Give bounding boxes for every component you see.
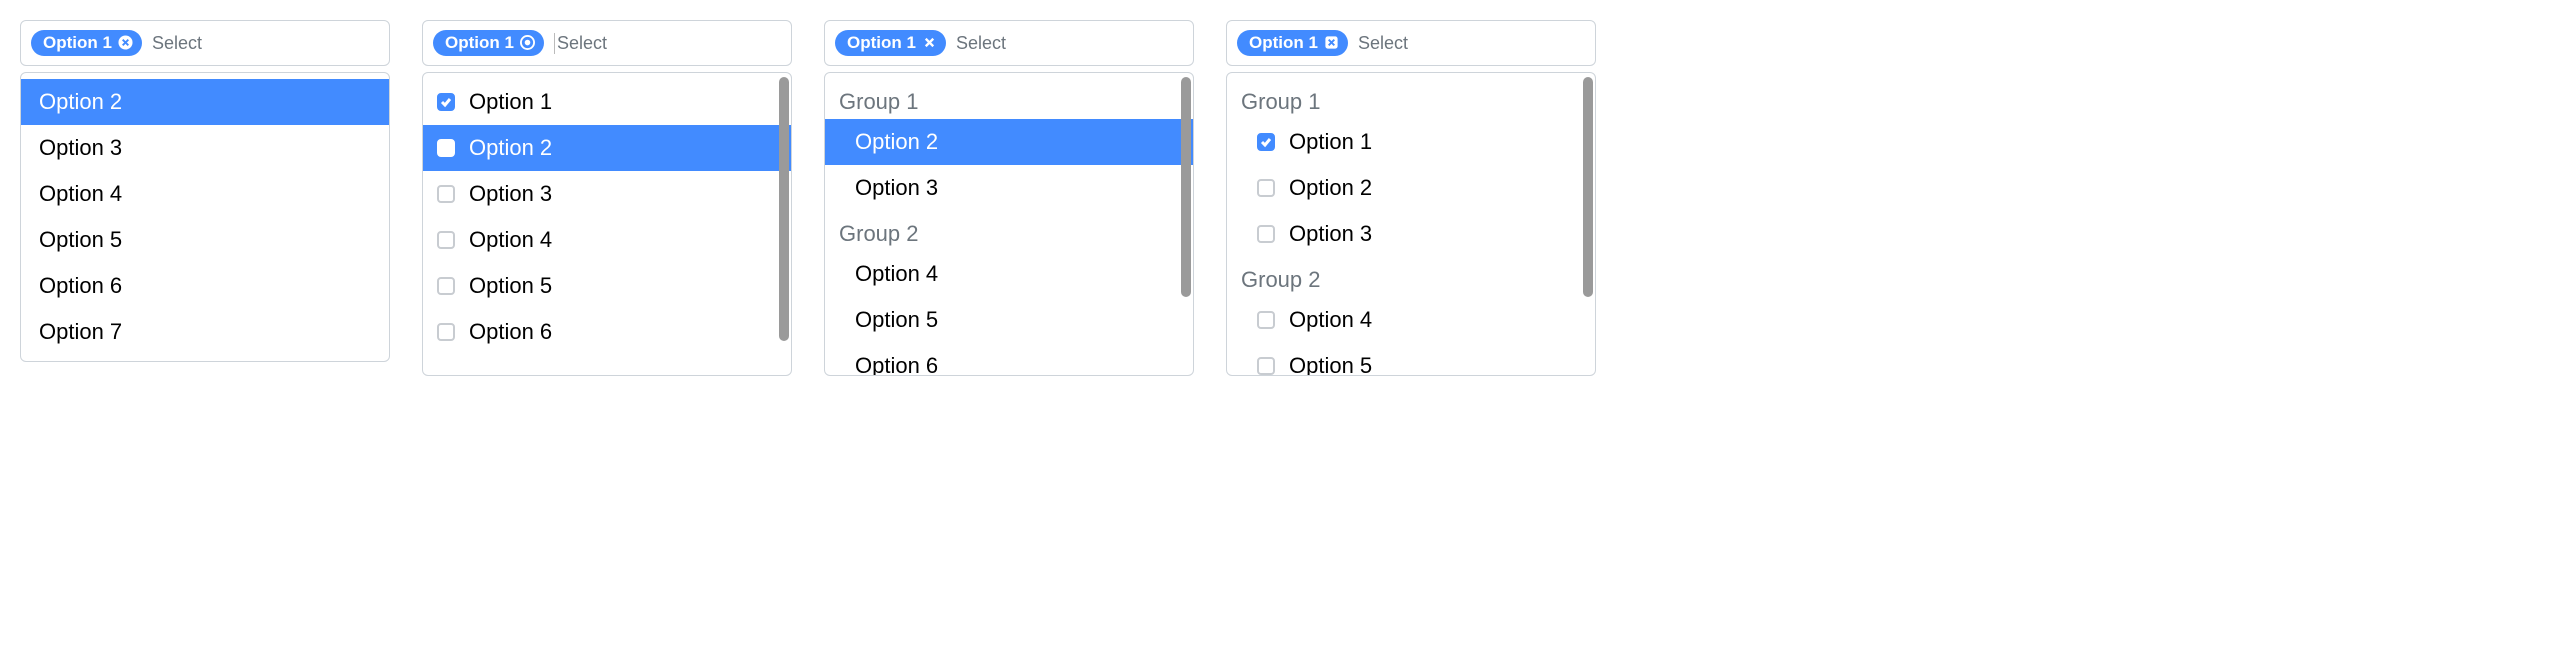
option[interactable]: Option 5 xyxy=(825,297,1193,343)
option[interactable]: Option 5 xyxy=(423,263,791,309)
dropdown-list: Group 1 Option 1 Option 2 Option 3 Group… xyxy=(1226,72,1596,376)
option-label: Option 4 xyxy=(855,261,938,287)
checkbox-icon xyxy=(1257,133,1275,151)
remove-chip-icon[interactable] xyxy=(118,35,134,51)
option-label: Option 5 xyxy=(469,273,552,299)
option-label: Option 1 xyxy=(1289,129,1372,155)
option-checked[interactable]: Option 1 xyxy=(1227,119,1595,165)
group-label: Group 1 xyxy=(825,79,1193,119)
checkbox-icon xyxy=(437,139,455,157)
option-label: Option 5 xyxy=(39,227,122,253)
checkbox-icon xyxy=(437,93,455,111)
option[interactable]: Option 6 xyxy=(21,263,389,309)
option-highlighted[interactable]: Option 2 xyxy=(21,79,389,125)
placeholder-text: Select xyxy=(554,33,607,54)
remove-chip-icon[interactable] xyxy=(922,35,938,51)
option-label: Option 1 xyxy=(469,89,552,115)
checkbox-icon xyxy=(1257,357,1275,375)
checkbox-icon xyxy=(437,185,455,203)
checkbox-icon xyxy=(437,231,455,249)
option-highlighted[interactable]: Option 2 xyxy=(825,119,1193,165)
selected-chip[interactable]: Option 1 xyxy=(835,30,946,56)
option-label: Option 3 xyxy=(1289,221,1372,247)
chip-label: Option 1 xyxy=(445,33,514,53)
dropdown-list: Group 1 Option 2 Option 3 Group 2 Option… xyxy=(824,72,1194,376)
option-label: Option 2 xyxy=(39,89,122,115)
group-label: Group 1 xyxy=(1227,79,1595,119)
checkbox-icon xyxy=(437,323,455,341)
option[interactable]: Option 3 xyxy=(825,165,1193,211)
scrollbar[interactable] xyxy=(1181,77,1191,297)
option[interactable]: Option 4 xyxy=(423,217,791,263)
option[interactable]: Option 3 xyxy=(423,171,791,217)
multiselect-widget: Option 1 Select Option 2 Option 3 Option… xyxy=(20,20,390,362)
option-label: Option 4 xyxy=(469,227,552,253)
chip-label: Option 1 xyxy=(43,33,112,53)
group-label: Group 2 xyxy=(1227,257,1595,297)
option[interactable]: Option 3 xyxy=(21,125,389,171)
option-label: Option 6 xyxy=(855,353,938,376)
option[interactable]: Option 2 xyxy=(1227,165,1595,211)
placeholder-text: Select xyxy=(1358,33,1408,54)
option-label: Option 4 xyxy=(1289,307,1372,333)
option[interactable]: Option 4 xyxy=(21,171,389,217)
option-label: Option 6 xyxy=(39,273,122,299)
option-label: Option 3 xyxy=(39,135,122,161)
placeholder-text: Select xyxy=(152,33,202,54)
placeholder-text: Select xyxy=(956,33,1006,54)
option[interactable]: Option 4 xyxy=(825,251,1193,297)
option[interactable]: Option 6 xyxy=(825,343,1193,376)
chip-label: Option 1 xyxy=(847,33,916,53)
option-label: Option 4 xyxy=(39,181,122,207)
option[interactable]: Option 5 xyxy=(21,217,389,263)
remove-chip-icon[interactable] xyxy=(1324,35,1340,51)
option-label: Option 5 xyxy=(855,307,938,333)
option-label: Option 3 xyxy=(469,181,552,207)
select-input[interactable]: Option 1 Select xyxy=(824,20,1194,66)
dropdown-list: Option 2 Option 3 Option 4 Option 5 Opti… xyxy=(20,72,390,362)
group-label: Group 2 xyxy=(825,211,1193,251)
dropdown-list: Option 1 Option 2 Option 3 Option 4 Opti… xyxy=(422,72,792,376)
option-label: Option 2 xyxy=(1289,175,1372,201)
multiselect-widget-grouped: Option 1 Select Group 1 Option 2 Option … xyxy=(824,20,1194,376)
checkbox-icon xyxy=(437,277,455,295)
option-label: Option 3 xyxy=(855,175,938,201)
option[interactable]: Option 6 xyxy=(423,309,791,355)
selected-chip[interactable]: Option 1 xyxy=(1237,30,1348,56)
selected-chip[interactable]: Option 1 xyxy=(31,30,142,56)
selected-chip[interactable]: Option 1 xyxy=(433,30,544,56)
checkbox-icon xyxy=(1257,179,1275,197)
multiselect-widget-grouped-checkbox: Option 1 Select Group 1 Option 1 Option … xyxy=(1226,20,1596,376)
scrollbar[interactable] xyxy=(1583,77,1593,297)
checkbox-icon xyxy=(1257,311,1275,329)
scrollbar[interactable] xyxy=(779,77,789,341)
option[interactable]: Option 5 xyxy=(1227,343,1595,376)
option-label: Option 2 xyxy=(469,135,552,161)
select-input[interactable]: Option 1 Select xyxy=(422,20,792,66)
option[interactable]: Option 4 xyxy=(1227,297,1595,343)
select-input[interactable]: Option 1 Select xyxy=(1226,20,1596,66)
option-highlighted[interactable]: Option 2 xyxy=(423,125,791,171)
multiselect-widget-checkbox: Option 1 Select Option 1 Option 2 Option… xyxy=(422,20,792,376)
option-checked[interactable]: Option 1 xyxy=(423,79,791,125)
remove-chip-icon[interactable] xyxy=(520,35,536,51)
option-label: Option 6 xyxy=(469,319,552,345)
option-label: Option 2 xyxy=(855,129,938,155)
option-label: Option 7 xyxy=(39,319,122,345)
option[interactable]: Option 7 xyxy=(21,309,389,355)
option-label: Option 5 xyxy=(1289,353,1372,376)
checkbox-icon xyxy=(1257,225,1275,243)
chip-label: Option 1 xyxy=(1249,33,1318,53)
option[interactable]: Option 3 xyxy=(1227,211,1595,257)
select-input[interactable]: Option 1 Select xyxy=(20,20,390,66)
